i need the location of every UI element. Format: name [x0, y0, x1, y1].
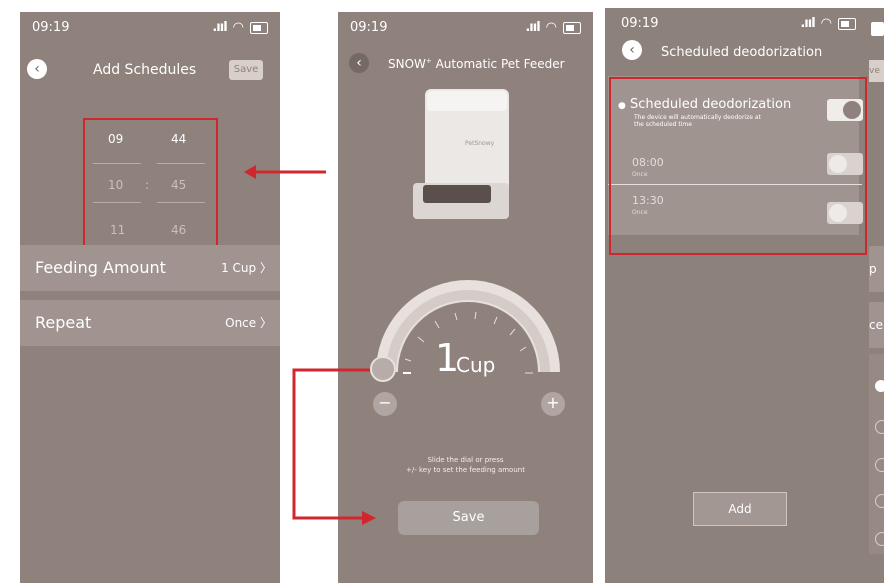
add-button[interactable]: Add [693, 492, 787, 526]
feeding-amount-row[interactable]: Feeding Amount 1 Cup 〉 [20, 245, 280, 291]
pet-feeder-image: PetSnowy [413, 89, 509, 219]
back-button[interactable]: ‹ [349, 53, 369, 73]
radio-icon[interactable] [875, 420, 884, 434]
status-bar: 09:19 .ııl ◠ [338, 12, 593, 40]
status-time: 09:19 [350, 20, 388, 35]
back-button[interactable]: ‹ [622, 40, 642, 60]
wifi-icon: ◠ [232, 20, 244, 35]
page-title: Scheduled deodorization [661, 45, 823, 60]
status-time: 09:19 [621, 16, 659, 31]
partial-save-button[interactable]: ve [869, 60, 884, 82]
chevron-right-icon: 〉 [259, 261, 272, 275]
partial-row[interactable]: ce [869, 302, 884, 348]
radio-icon[interactable] [875, 380, 884, 392]
radio-icon[interactable] [875, 532, 884, 546]
plus-button[interactable]: + [541, 392, 565, 416]
status-time: 09:19 [32, 20, 70, 35]
save-button[interactable]: Save [229, 60, 263, 80]
highlight-box [83, 118, 218, 254]
status-bar: 09:19 .ııl ◠ [20, 12, 280, 40]
page-title: SNOW+ Automatic Pet Feeder [388, 57, 565, 71]
signal-icon: .ııl [525, 20, 540, 35]
page-title: Add Schedules [93, 62, 197, 78]
battery-icon [250, 21, 268, 34]
battery-icon [838, 17, 856, 30]
partial-row[interactable]: p [869, 246, 884, 292]
chevron-right-icon: 〉 [259, 316, 272, 330]
back-button[interactable]: ‹ [27, 59, 47, 79]
battery-icon [871, 22, 884, 36]
partial-option-list [869, 354, 884, 554]
battery-icon [563, 21, 581, 34]
radio-icon[interactable] [875, 458, 884, 472]
arrow-left-icon [244, 165, 326, 179]
signal-icon: .ııl [800, 16, 815, 31]
arrow-elbow-icon [292, 368, 376, 525]
wifi-icon: ◠ [820, 16, 832, 31]
highlight-box [609, 77, 867, 255]
repeat-value: Once [225, 316, 257, 330]
save-button[interactable]: Save [398, 501, 539, 535]
feeding-amount-label: Feeding Amount [35, 258, 166, 277]
wifi-icon: ◠ [545, 20, 557, 35]
feeding-amount-value: 1 Cup [221, 261, 257, 275]
signal-icon: .ııl [212, 20, 227, 35]
repeat-row[interactable]: Repeat Once 〉 [20, 300, 280, 346]
amount-unit: Cup [456, 353, 496, 377]
add-schedules-screen: 09:19 .ııl ◠ ‹ Add Schedules Save 09 44 … [20, 12, 280, 583]
repeat-label: Repeat [35, 313, 92, 332]
status-bar: 09:19 .ııl ◠ [605, 8, 884, 36]
radio-icon[interactable] [875, 494, 884, 508]
partial-screen: ve p ce [869, 8, 884, 583]
brand-label: PetSnowy [465, 140, 495, 147]
